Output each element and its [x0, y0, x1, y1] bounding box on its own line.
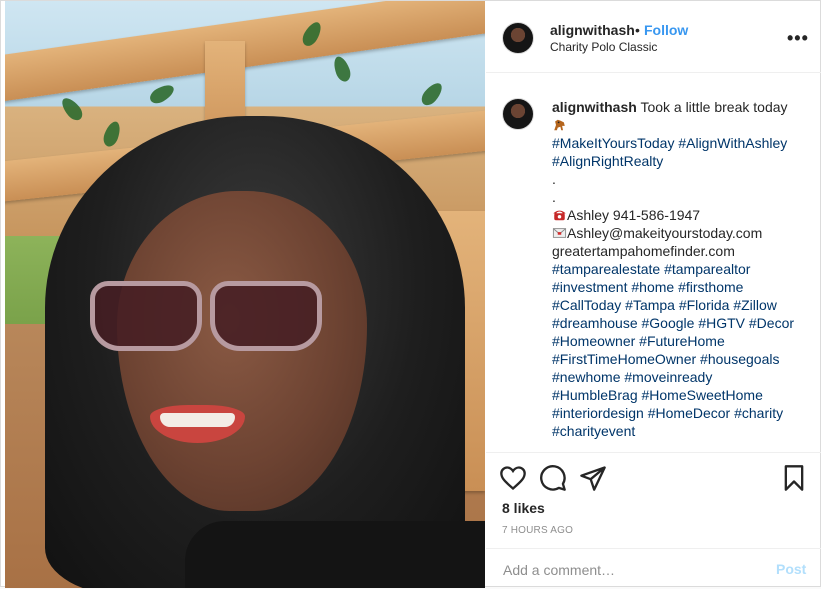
caption-text: Took a little break today: [640, 99, 788, 115]
hashtag-line[interactable]: #HumbleBrag #HomeSweetHome: [552, 386, 802, 404]
more-options-icon[interactable]: •••: [787, 28, 809, 49]
hashtag-line[interactable]: #investment #home #firsthome: [552, 278, 802, 296]
avatar[interactable]: [502, 22, 534, 54]
leaf: [147, 81, 177, 107]
hashtag-line[interactable]: #charityevent: [552, 422, 802, 440]
caption-avatar[interactable]: [502, 98, 534, 130]
leaf: [58, 94, 86, 124]
hashtag-line[interactable]: #tamparealestate #tamparealtor: [552, 260, 802, 278]
telephone-icon: [553, 210, 566, 221]
caption-dot: .: [552, 171, 556, 187]
email-line: Ashley@makeityourstoday.com: [552, 224, 802, 242]
hashtag-line[interactable]: #AlignRightRealty: [552, 152, 802, 170]
hashtag-line[interactable]: #Homeowner #FutureHome: [552, 332, 802, 350]
phone-line: Ashley 941-586-1947: [552, 206, 802, 224]
post-photo[interactable]: [5, 1, 485, 588]
caption-username[interactable]: alignwithash: [552, 99, 637, 115]
comment-bubble-icon[interactable]: [539, 464, 567, 492]
comment-input[interactable]: [501, 561, 755, 579]
caption: alignwithash Took a little break today #…: [552, 98, 802, 440]
post-comment-button[interactable]: Post: [776, 561, 806, 577]
hashtag-line[interactable]: #dreamhouse #Google #HGTV #Decor: [552, 314, 802, 332]
website-text: greatertampahomefinder.com: [552, 243, 735, 259]
sunglasses: [90, 281, 330, 361]
email-text[interactable]: Ashley@makeityourstoday.com: [567, 225, 762, 241]
bookmark-icon[interactable]: [780, 464, 808, 492]
horse-icon: [552, 116, 802, 134]
separator-dot: •: [635, 22, 640, 38]
comments-area[interactable]: alignwithash Took a little break today #…: [486, 74, 821, 452]
hashtag-line[interactable]: #CallToday #Tampa #Florida #Zillow: [552, 296, 802, 314]
paper-plane-icon[interactable]: [579, 464, 607, 492]
hashtag-line[interactable]: #newhome #moveinready: [552, 368, 802, 386]
pergola-beam: [5, 1, 485, 103]
hashtag-line[interactable]: #FirstTimeHomeOwner #housegoals: [552, 350, 802, 368]
right-lens: [210, 281, 322, 351]
envelope-icon: [552, 228, 567, 238]
leaf: [100, 119, 124, 149]
left-lens: [90, 281, 202, 351]
post-timestamp[interactable]: 7 hours ago: [502, 525, 573, 536]
smile: [160, 413, 235, 427]
shirt: [185, 521, 485, 588]
phone-text: Ashley 941-586-1947: [567, 207, 701, 223]
leaf: [330, 54, 354, 84]
hashtag-line[interactable]: #interiordesign #HomeDecor #charity: [552, 404, 802, 422]
hashtag-line[interactable]: #MakeItYoursToday #AlignWithAshley: [552, 134, 802, 152]
leaf: [418, 79, 446, 109]
post-dialog: alignwithash • Follow Charity Polo Class…: [0, 0, 821, 588]
likes-count[interactable]: 8 likes: [502, 500, 545, 516]
header-username[interactable]: alignwithash: [550, 22, 635, 38]
caption-dot: .: [552, 189, 556, 205]
heart-icon[interactable]: [499, 464, 527, 492]
post-actions: 8 likes 7 hours ago Post: [486, 452, 821, 588]
add-comment-bar: Post: [486, 548, 821, 589]
post-header: alignwithash • Follow Charity Polo Class…: [486, 1, 821, 73]
location-link[interactable]: Charity Polo Classic: [550, 40, 657, 54]
follow-button[interactable]: Follow: [644, 22, 688, 38]
